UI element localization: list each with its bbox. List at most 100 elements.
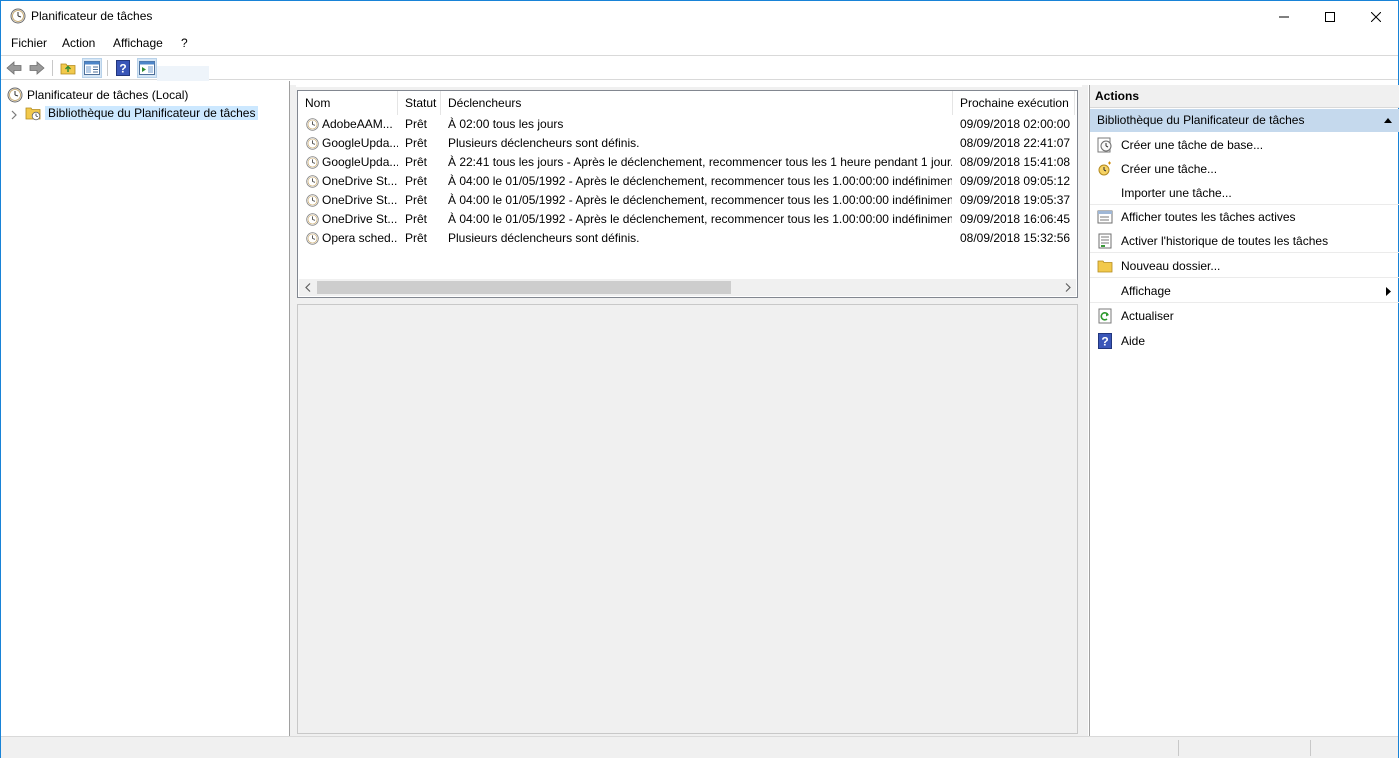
task-trigger: À 04:00 le 01/05/1992 - Après le déclenc… xyxy=(448,193,952,207)
task-next-run: 09/09/2018 02:00:00 xyxy=(960,117,1071,131)
action-label: Activer l'historique de toutes les tâche… xyxy=(1121,234,1329,248)
column-header-next-run[interactable]: Prochaine exécution xyxy=(953,91,1075,115)
column-header-status[interactable]: Statut xyxy=(398,91,441,115)
action-enable-history[interactable]: Activer l'historique de toutes les tâche… xyxy=(1090,229,1399,253)
help-button[interactable]: ? xyxy=(113,58,133,78)
arrow-right-icon xyxy=(29,61,45,75)
horizontal-scrollbar[interactable] xyxy=(299,279,1076,296)
task-name-cell: OneDrive St... xyxy=(306,191,398,210)
task-status: Prêt xyxy=(405,117,428,131)
scroll-right-icon[interactable] xyxy=(1059,279,1076,296)
task-next-run: 08/09/2018 15:41:08 xyxy=(960,155,1071,169)
minimize-icon xyxy=(1279,16,1289,17)
task-clock-icon xyxy=(306,194,319,207)
center-pane: Nom Statut Déclencheurs Prochaine exécut… xyxy=(295,87,1082,736)
actions-section-header[interactable]: Bibliothèque du Planificateur de tâches xyxy=(1090,109,1399,132)
task-scheduler-window: Planificateur de tâches Fichier Action A… xyxy=(0,0,1399,758)
action-help[interactable]: ? Aide xyxy=(1090,329,1399,353)
task-name-cell: OneDrive St... xyxy=(306,210,398,229)
toolbar-separator xyxy=(107,60,108,76)
task-status: Prêt xyxy=(405,155,428,169)
column-header-triggers[interactable]: Déclencheurs xyxy=(441,91,953,115)
task-trigger: Plusieurs déclencheurs sont définis. xyxy=(448,136,640,150)
action-label: Affichage xyxy=(1121,284,1171,298)
task-name: Opera sched... xyxy=(322,231,398,245)
menu-affichage[interactable]: Affichage xyxy=(113,36,163,50)
action-label: Nouveau dossier... xyxy=(1121,259,1221,273)
task-clock-icon xyxy=(306,156,319,169)
right-splitter[interactable] xyxy=(1082,85,1088,736)
minimize-button[interactable] xyxy=(1261,1,1307,32)
action-create-basic-task[interactable]: Créer une tâche de base... xyxy=(1090,133,1399,157)
chevron-right-icon[interactable] xyxy=(10,110,18,120)
actions-title: Actions xyxy=(1090,85,1399,108)
table-row[interactable]: Opera sched... Prêt Plusieurs déclencheurs… xyxy=(298,229,1077,248)
folder-clock-icon xyxy=(25,107,41,120)
table-row[interactable]: OneDrive St... Prêt À 04:00 le 01/05/1992 … xyxy=(298,191,1077,210)
action-label: Créer une tâche... xyxy=(1121,162,1218,176)
tree-item-root[interactable]: Planificateur de tâches (Local) xyxy=(7,86,188,103)
console-tree: Planificateur de tâches (Local) Biblioth… xyxy=(1,81,290,736)
task-next-run: 09/09/2018 19:05:37 xyxy=(960,193,1071,207)
task-next-run: 08/09/2018 22:41:07 xyxy=(960,136,1071,150)
task-trigger: À 04:00 le 01/05/1992 - Après le déclenc… xyxy=(448,174,952,188)
help-icon: ? xyxy=(1098,333,1112,349)
create-task-icon xyxy=(1098,161,1111,176)
action-import-task[interactable]: Importer une tâche... xyxy=(1090,181,1399,205)
task-status: Prêt xyxy=(405,136,428,150)
up-folder-button[interactable] xyxy=(58,58,78,78)
maximize-icon xyxy=(1325,11,1335,22)
close-button[interactable] xyxy=(1353,1,1399,32)
action-create-task[interactable]: Créer une tâche... xyxy=(1090,157,1399,181)
action-label: Importer une tâche... xyxy=(1121,186,1232,200)
close-icon xyxy=(1371,11,1381,22)
task-details-pane xyxy=(297,304,1078,734)
task-name: GoogleUpda... xyxy=(322,136,398,150)
create-basic-task-icon xyxy=(1097,137,1112,153)
action-refresh[interactable]: Actualiser xyxy=(1090,304,1399,328)
action-new-folder[interactable]: Nouveau dossier... xyxy=(1090,254,1399,278)
maximize-button[interactable] xyxy=(1307,1,1353,32)
refresh-icon xyxy=(1098,308,1112,324)
menu-bar: Fichier Action Affichage ? xyxy=(1,32,1398,54)
title-bar[interactable]: Planificateur de tâches xyxy=(1,1,1398,32)
task-list: Nom Statut Déclencheurs Prochaine exécut… xyxy=(297,90,1078,298)
back-button[interactable] xyxy=(4,58,24,78)
forward-button[interactable] xyxy=(27,58,47,78)
task-status: Prêt xyxy=(405,174,428,188)
task-trigger: À 22:41 tous les jours - Après le déclen… xyxy=(448,155,952,169)
action-pane-icon xyxy=(139,61,155,75)
folder-icon xyxy=(1097,260,1113,273)
tree-item-library[interactable]: Bibliothèque du Planificateur de tâches xyxy=(25,104,259,121)
menu-help[interactable]: ? xyxy=(181,36,188,50)
task-name-cell: GoogleUpda... xyxy=(306,153,398,172)
table-row[interactable]: OneDrive St... Prêt À 04:00 le 01/05/1992 … xyxy=(298,210,1077,229)
table-row[interactable]: AdobeAAM... Prêt À 02:00 tous les jours 09/… xyxy=(298,115,1077,134)
action-label: Actualiser xyxy=(1121,309,1174,323)
table-row[interactable]: GoogleUpda... Prêt Plusieurs déclencheurs … xyxy=(298,134,1077,153)
caret-up-icon[interactable] xyxy=(1384,117,1392,123)
task-trigger: À 04:00 le 01/05/1992 - Après le déclenc… xyxy=(448,212,952,226)
help-icon: ? xyxy=(116,60,130,76)
action-label: Afficher toutes les tâches actives xyxy=(1121,210,1296,224)
table-row[interactable]: OneDrive St... Prêt À 04:00 le 01/05/1992 … xyxy=(298,172,1077,191)
status-separator xyxy=(1310,740,1311,756)
task-trigger: À 02:00 tous les jours xyxy=(448,117,564,131)
show-hide-tree-button[interactable] xyxy=(82,58,102,78)
menu-action[interactable]: Action xyxy=(62,36,95,50)
scrollbar-thumb[interactable] xyxy=(317,281,731,294)
action-show-running-tasks[interactable]: Afficher toutes les tâches actives xyxy=(1090,205,1399,229)
task-status: Prêt xyxy=(405,193,428,207)
task-next-run: 09/09/2018 16:06:45 xyxy=(960,212,1071,226)
task-name-cell: OneDrive St... xyxy=(306,172,398,191)
history-icon xyxy=(1098,233,1112,249)
status-separator xyxy=(1178,740,1179,756)
action-view-menu[interactable]: Affichage xyxy=(1090,279,1399,303)
column-header-name[interactable]: Nom xyxy=(298,91,398,115)
action-label: Créer une tâche de base... xyxy=(1121,138,1264,152)
table-row[interactable]: GoogleUpda... Prêt À 22:41 tous les jours … xyxy=(298,153,1077,172)
show-hide-action-pane-button[interactable] xyxy=(137,58,157,78)
task-clock-icon xyxy=(306,118,319,131)
menu-fichier[interactable]: Fichier xyxy=(11,36,47,50)
scroll-left-icon[interactable] xyxy=(299,279,316,296)
